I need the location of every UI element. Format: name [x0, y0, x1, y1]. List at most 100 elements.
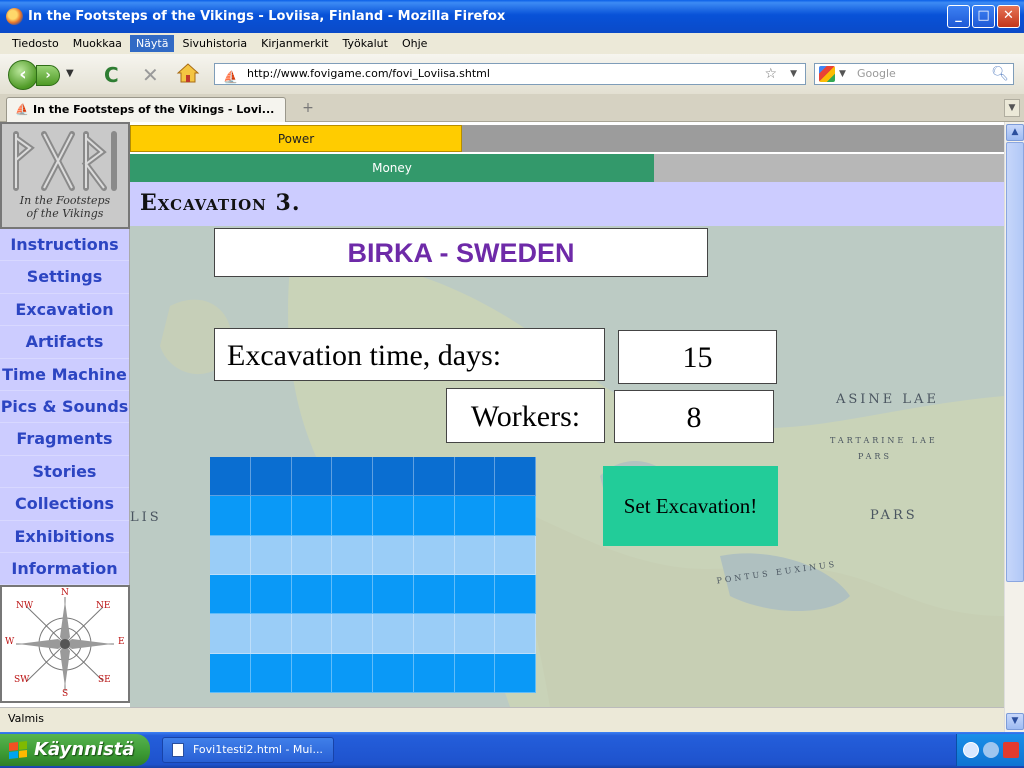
url-dropdown-icon[interactable]: ▼	[790, 64, 797, 84]
sidebar-item-exhibitions[interactable]: Exhibitions	[0, 521, 129, 553]
grid-cell[interactable]	[291, 614, 333, 654]
menu-item-tyokalut[interactable]: Työkalut	[336, 35, 394, 52]
search-box[interactable]: ▼ Google 🔍︎	[814, 63, 1014, 85]
grid-cell[interactable]	[454, 535, 496, 575]
sidebar-item-settings[interactable]: Settings	[0, 261, 129, 294]
history-dropdown-icon[interactable]: ▼	[66, 68, 74, 79]
excavation-time-field[interactable]: 15	[618, 330, 777, 384]
grid-cell[interactable]	[454, 496, 496, 536]
grid-cell[interactable]	[291, 457, 333, 497]
sidebar-item-pics-sounds[interactable]: Pics & Sounds	[0, 391, 129, 424]
tab-current[interactable]: ⛵ In the Footsteps of the Vikings - Lovi…	[6, 97, 286, 122]
tray-arrow-icon[interactable]	[963, 742, 979, 758]
sidebar-item-time-machine[interactable]: Time Machine	[0, 359, 129, 391]
grid-cell[interactable]	[373, 614, 414, 654]
grid-cell[interactable]	[413, 535, 455, 575]
site-logo[interactable]: In the Footsteps of the Vikings	[0, 122, 130, 229]
scroll-down-icon[interactable]: ▼	[1006, 713, 1024, 730]
grid-cell[interactable]	[373, 653, 414, 693]
start-button[interactable]: Käynnistä	[0, 734, 150, 766]
speaker-icon[interactable]	[983, 742, 999, 758]
menu-item-muokkaa[interactable]: Muokkaa	[67, 35, 128, 52]
grid-cell[interactable]	[291, 496, 333, 536]
grid-cell[interactable]	[413, 653, 455, 693]
tab-list-dropdown-icon[interactable]: ▼	[1004, 99, 1020, 117]
minimize-icon[interactable]: _	[947, 5, 970, 28]
menu-item-tiedosto[interactable]: Tiedosto	[6, 35, 65, 52]
grid-cell[interactable]	[454, 653, 496, 693]
close-icon[interactable]: ✕	[997, 5, 1020, 28]
menu-item-nayta[interactable]: Näytä	[129, 35, 175, 52]
reload-icon[interactable]: C	[104, 63, 119, 87]
grid-cell[interactable]	[210, 574, 251, 615]
search-icon[interactable]: 🔍︎	[991, 64, 1009, 84]
grid-cell[interactable]	[373, 535, 414, 575]
stop-icon[interactable]: ✕	[142, 63, 159, 87]
forward-button[interactable]: ›	[36, 65, 60, 86]
grid-cell[interactable]	[454, 457, 496, 497]
menu-item-sivuhistoria[interactable]: Sivuhistoria	[176, 35, 253, 52]
grid-cell[interactable]	[332, 653, 373, 693]
sidebar-item-stories[interactable]: Stories	[0, 456, 129, 489]
grid-cell[interactable]	[250, 535, 292, 575]
grid-cell[interactable]	[373, 496, 414, 536]
scroll-up-icon[interactable]: ▲	[1006, 124, 1024, 141]
grid-cell[interactable]	[495, 496, 536, 536]
grid-cell[interactable]	[291, 574, 333, 615]
security-alert-icon[interactable]	[1003, 742, 1019, 758]
grid-cell[interactable]	[210, 653, 251, 693]
grid-cell[interactable]	[250, 653, 292, 693]
menu-item-ohje[interactable]: Ohje	[396, 35, 433, 52]
grid-cell[interactable]	[495, 653, 536, 693]
grid-cell[interactable]	[413, 574, 455, 615]
grid-cell[interactable]	[250, 496, 292, 536]
grid-cell[interactable]	[291, 535, 333, 575]
address-bar[interactable]: ⛵ http://www.fovigame.com/fovi_Loviisa.s…	[214, 63, 806, 85]
vertical-scrollbar[interactable]: ▲ ▼	[1004, 122, 1024, 732]
menu-item-kirjanmerkit[interactable]: Kirjanmerkit	[255, 35, 334, 52]
grid-cell[interactable]	[454, 574, 496, 615]
google-engine-icon[interactable]	[819, 66, 835, 82]
sidebar-item-collections[interactable]: Collections	[0, 488, 129, 521]
bookmark-star-icon[interactable]: ☆	[764, 64, 777, 84]
grid-cell[interactable]	[373, 457, 414, 497]
grid-cell[interactable]	[332, 496, 373, 536]
grid-cell[interactable]	[210, 496, 251, 536]
grid-cell[interactable]	[250, 574, 292, 615]
grid-cell[interactable]	[210, 535, 251, 575]
grid-cell[interactable]	[413, 614, 455, 654]
grid-cell[interactable]	[332, 574, 373, 615]
grid-cell[interactable]	[250, 614, 292, 654]
grid-cell[interactable]	[454, 614, 496, 654]
search-engine-dropdown-icon[interactable]: ▼	[839, 64, 846, 84]
taskbar-item-firefox[interactable]: Fovi1testi2.html - Mui...	[162, 737, 334, 763]
grid-cell[interactable]	[495, 614, 536, 654]
grid-cell[interactable]	[495, 574, 536, 615]
grid-cell[interactable]	[495, 457, 536, 497]
set-excavation-button[interactable]: Set Excavation!	[603, 466, 778, 546]
new-tab-button[interactable]: +	[294, 97, 322, 120]
grid-cell[interactable]	[210, 614, 251, 654]
sidebar-item-excavation[interactable]: Excavation	[0, 294, 129, 327]
excavation-grid[interactable]	[210, 457, 536, 693]
grid-cell[interactable]	[495, 535, 536, 575]
grid-cell[interactable]	[332, 614, 373, 654]
workers-field[interactable]: 8	[614, 390, 774, 443]
maximize-icon[interactable]: □	[972, 5, 995, 28]
grid-cell[interactable]	[332, 535, 373, 575]
grid-cell[interactable]	[413, 496, 455, 536]
sidebar-item-fragments[interactable]: Fragments	[0, 423, 129, 456]
grid-cell[interactable]	[373, 574, 414, 615]
grid-cell[interactable]	[291, 653, 333, 693]
sidebar-item-information[interactable]: Information	[0, 553, 129, 586]
grid-cell[interactable]	[250, 457, 292, 497]
sidebar-item-instructions[interactable]: Instructions	[0, 229, 129, 262]
window-titlebar[interactable]: In the Footsteps of the Vikings - Loviis…	[0, 0, 1024, 33]
grid-cell[interactable]	[413, 457, 455, 497]
grid-cell[interactable]	[332, 457, 373, 497]
grid-cell[interactable]	[210, 457, 251, 497]
home-icon[interactable]	[176, 62, 200, 84]
sidebar-item-artifacts[interactable]: Artifacts	[0, 326, 129, 359]
scroll-thumb[interactable]	[1006, 142, 1024, 582]
back-button[interactable]: ‹	[8, 60, 38, 90]
